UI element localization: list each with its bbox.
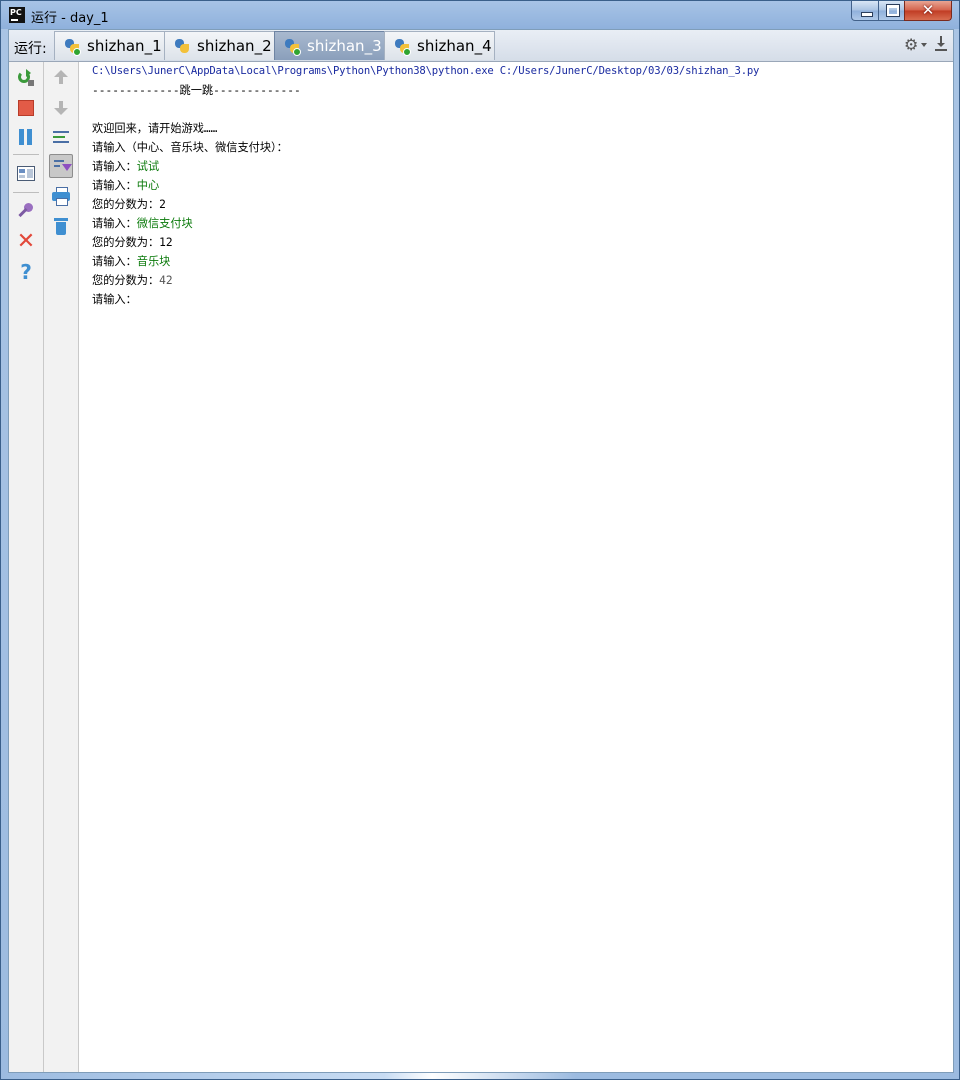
trash-icon[interactable] — [51, 216, 71, 236]
python-file-icon — [284, 38, 301, 56]
toolbar-divider — [13, 192, 39, 193]
tab-shizhan-2[interactable]: shizhan_2 — [164, 31, 275, 60]
app-window: PC 运行 - day_1 ✕ 运行: shizhan_1 shizhan_2 … — [0, 0, 960, 1080]
tab-shizhan-4[interactable]: shizhan_4 — [384, 31, 495, 60]
console-header: -------------跳一跳------------- — [92, 84, 301, 97]
console-input-prompt[interactable]: 请输入： — [92, 290, 137, 309]
pin-tab-icon[interactable] — [16, 202, 36, 222]
prompt-text: 请输入： — [92, 179, 137, 192]
console-output[interactable]: C:\Users\JunerC\AppData\Local\Programs\P… — [79, 62, 953, 1072]
prompt-text: 请输入： — [92, 217, 137, 230]
arrow-down-icon[interactable] — [51, 98, 71, 118]
python-file-icon — [174, 38, 190, 54]
prompt-text: 请输入： — [92, 160, 137, 173]
console-line: 您的分数为：12 — [92, 233, 173, 252]
tab-shizhan-3[interactable]: shizhan_3 — [274, 31, 385, 60]
tab-shizhan-1[interactable]: shizhan_1 — [54, 31, 165, 60]
score-label: 您的分数为： — [92, 198, 160, 211]
score-label: 您的分数为： — [92, 236, 160, 249]
console-welcome: 欢迎回来，请开始游戏…… — [92, 122, 218, 135]
score-value: 12 — [159, 236, 173, 249]
pause-icon[interactable] — [16, 127, 36, 147]
minimize-icon — [861, 12, 873, 17]
close-icon: ✕ — [921, 1, 935, 19]
console-line: 您的分数为：42 — [92, 271, 173, 290]
pycharm-logo-icon: PC — [9, 7, 25, 23]
window-bottom-border — [1, 1073, 959, 1079]
scroll-to-end-icon[interactable] — [49, 154, 73, 178]
console-line: 请输入：中心 — [92, 176, 159, 195]
close-window-button[interactable]: ✕ — [904, 1, 952, 21]
minimize-button[interactable] — [851, 1, 879, 21]
gear-icon[interactable]: ⚙ — [904, 37, 920, 53]
run-tool-window: 运行: shizhan_1 shizhan_2 shizhan_3 shizha… — [8, 29, 954, 1073]
toolbar-divider — [13, 154, 39, 155]
chevron-down-icon[interactable] — [921, 43, 927, 47]
console-line: 请输入：微信支付块 — [92, 214, 193, 233]
score-value: 2 — [159, 198, 166, 211]
run-toolbar-secondary — [44, 62, 79, 1072]
score-label: 您的分数为： — [92, 274, 160, 287]
run-toolbar-primary: ✕ ? — [9, 62, 44, 1072]
maximize-button[interactable] — [878, 1, 905, 21]
console-line: 请输入：试试 — [92, 157, 159, 176]
window-title: 运行 - day_1 — [31, 11, 109, 26]
console-command-line: C:\Users\JunerC\AppData\Local\Programs\P… — [92, 65, 760, 77]
tab-label: shizhan_2 — [197, 37, 272, 55]
score-value: 42 — [159, 274, 173, 287]
console-prompt-options: 请输入（中心、音乐块、微信支付块）： — [92, 141, 288, 154]
soft-wrap-icon[interactable] — [51, 127, 71, 147]
console-line: 请输入：音乐块 — [92, 252, 170, 271]
user-input-text: 中心 — [136, 179, 160, 192]
user-input-text: 微信支付块 — [136, 217, 193, 230]
tab-label: shizhan_3 — [307, 37, 382, 55]
stop-icon[interactable] — [16, 98, 36, 118]
print-icon[interactable] — [51, 186, 71, 206]
help-icon[interactable]: ? — [16, 262, 36, 282]
prompt-text: 请输入： — [92, 255, 137, 268]
tab-label: shizhan_4 — [417, 37, 492, 55]
python-file-icon — [64, 38, 81, 56]
rerun-icon[interactable] — [16, 68, 36, 88]
python-file-icon — [394, 38, 411, 56]
hide-panel-icon[interactable] — [935, 36, 947, 52]
console-line: 您的分数为：2 — [92, 195, 166, 214]
title-bar[interactable]: PC 运行 - day_1 ✕ — [1, 1, 959, 29]
close-tab-icon[interactable]: ✕ — [16, 231, 36, 253]
maximize-icon — [886, 4, 900, 17]
tab-label: shizhan_1 — [87, 37, 162, 55]
user-input-text: 音乐块 — [136, 255, 171, 268]
restore-layout-icon[interactable] — [16, 164, 36, 184]
run-label: 运行: — [14, 41, 47, 57]
user-input-text: 试试 — [136, 160, 160, 173]
run-tab-bar: 运行: shizhan_1 shizhan_2 shizhan_3 shizha… — [9, 30, 953, 62]
arrow-up-icon[interactable] — [51, 68, 71, 88]
